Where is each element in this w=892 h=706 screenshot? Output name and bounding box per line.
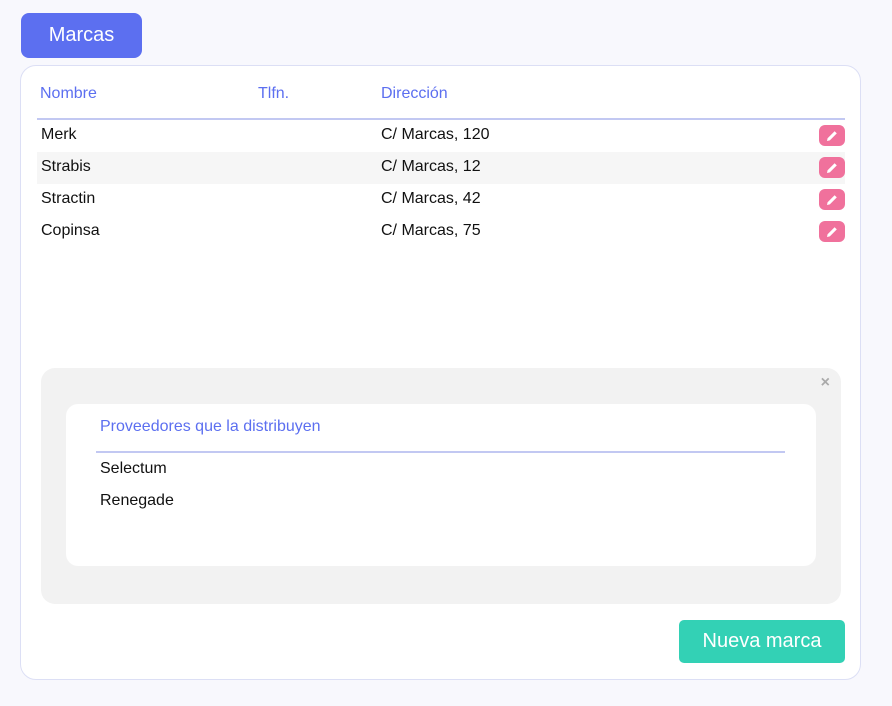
- edit-button[interactable]: [819, 221, 845, 242]
- cell-nombre: Strabis: [41, 158, 91, 175]
- list-item: Renegade: [100, 492, 174, 509]
- providers-list-card: Proveedores que la distribuyen Selectum …: [66, 404, 816, 566]
- column-header-tlfn[interactable]: Tlfn.: [258, 85, 289, 103]
- column-header-direccion[interactable]: Dirección: [381, 85, 448, 103]
- edit-button[interactable]: [819, 189, 845, 210]
- table-row[interactable]: Strabis C/ Marcas, 12: [37, 152, 845, 184]
- pencil-icon: [827, 226, 837, 237]
- cell-nombre: Copinsa: [41, 222, 100, 239]
- cell-direccion: C/ Marcas, 120: [381, 126, 490, 143]
- pencil-icon: [827, 130, 837, 141]
- edit-button[interactable]: [819, 157, 845, 178]
- edit-button[interactable]: [819, 125, 845, 146]
- cell-nombre: Stractin: [41, 190, 96, 207]
- table-row[interactable]: Stractin C/ Marcas, 42: [37, 184, 845, 216]
- table-row[interactable]: Merk C/ Marcas, 120: [37, 120, 845, 152]
- cell-direccion: C/ Marcas, 42: [381, 190, 481, 207]
- pencil-icon: [827, 162, 837, 173]
- list-item: Selectum: [100, 460, 167, 477]
- column-header-nombre[interactable]: Nombre: [40, 85, 97, 103]
- pencil-icon: [827, 194, 837, 205]
- providers-panel: × Proveedores que la distribuyen Selectu…: [41, 368, 841, 604]
- providers-heading: Proveedores que la distribuyen: [100, 418, 321, 435]
- cell-direccion: C/ Marcas, 75: [381, 222, 481, 239]
- cell-direccion: C/ Marcas, 12: [381, 158, 481, 175]
- cell-nombre: Merk: [41, 126, 77, 143]
- close-icon[interactable]: ×: [821, 374, 830, 392]
- brands-card: Nombre Tlfn. Dirección Merk C/ Marcas, 1…: [20, 65, 861, 680]
- table-row[interactable]: Copinsa C/ Marcas, 75: [37, 216, 845, 248]
- new-brand-button[interactable]: Nueva marca: [679, 620, 845, 663]
- page-title-button[interactable]: Marcas: [21, 13, 142, 58]
- providers-divider: [96, 451, 785, 453]
